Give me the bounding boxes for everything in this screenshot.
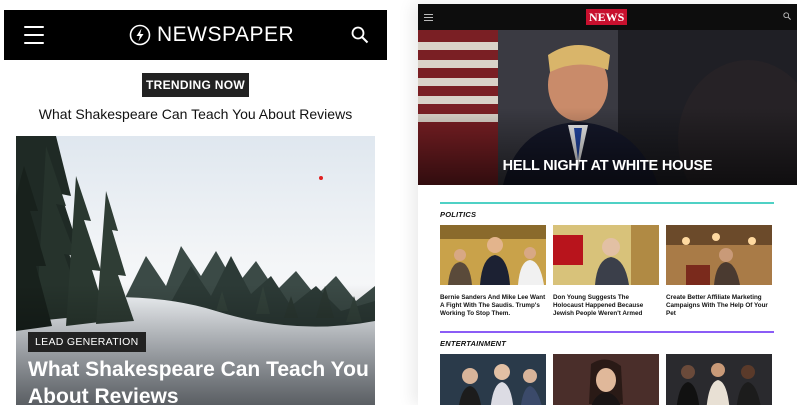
entertainment-accent-line (440, 331, 774, 333)
article-thumbnail (553, 354, 659, 405)
news-app-mockup: NEWS HELL NIGHT AT WHITE HOUSE POLITICS … (418, 4, 797, 405)
trending-now-badge: TRENDING NOW (142, 73, 249, 97)
entertainment-section: ENTERTAINMENT (440, 331, 774, 348)
article-card[interactable] (553, 354, 659, 405)
article-title[interactable]: Bernie Sanders And Mike Lee Want A Fight… (440, 294, 546, 318)
logo-text: NEWSPAPER (157, 23, 295, 46)
article-card[interactable]: Create Better Affiliate Marketing Campai… (666, 225, 772, 318)
politics-accent-line (440, 202, 774, 204)
site-logo[interactable]: NEWSPAPER (129, 23, 294, 47)
search-icon[interactable] (351, 26, 369, 44)
article-card[interactable] (440, 354, 546, 405)
article-card[interactable] (666, 354, 772, 405)
hero-article-card[interactable]: LEAD GENERATION What Shakespeare Can Tea… (16, 136, 375, 405)
article-title[interactable]: Don Young Suggests The Holocaust Happene… (553, 294, 659, 318)
screenshot-stage: NEWSPAPER TRENDING NOW What Shakespeare … (0, 0, 797, 405)
article-thumbnail (666, 354, 772, 405)
section-label-politics[interactable]: POLITICS (440, 210, 774, 219)
newspaper-app-mockup: NEWSPAPER TRENDING NOW What Shakespeare … (4, 10, 387, 405)
trending-headline-link[interactable]: What Shakespeare Can Teach You About Rev… (4, 106, 387, 122)
lightning-bolt-icon (129, 24, 151, 46)
category-tag[interactable]: LEAD GENERATION (28, 332, 146, 352)
section-label-entertainment[interactable]: ENTERTAINMENT (440, 339, 774, 348)
article-card[interactable]: Bernie Sanders And Mike Lee Want A Fight… (440, 225, 546, 318)
article-title[interactable]: Create Better Affiliate Marketing Campai… (666, 294, 772, 318)
hamburger-menu-icon[interactable] (24, 26, 44, 44)
news-logo[interactable]: NEWS (586, 9, 628, 25)
article-thumbnail (553, 225, 659, 285)
article-thumbnail (440, 225, 546, 285)
search-icon[interactable] (783, 12, 791, 20)
politics-section: POLITICS (440, 202, 774, 219)
article-thumbnail (440, 354, 546, 405)
hero-article-title[interactable]: What Shakespeare Can Teach You About Rev… (28, 356, 373, 405)
featured-story-card[interactable]: HELL NIGHT AT WHITE HOUSE (418, 30, 797, 185)
article-card[interactable]: Don Young Suggests The Holocaust Happene… (553, 225, 659, 318)
article-thumbnail (666, 225, 772, 285)
hamburger-menu-icon[interactable] (424, 14, 433, 21)
top-bar: NEWSPAPER (4, 10, 387, 60)
featured-story-title[interactable]: HELL NIGHT AT WHITE HOUSE (418, 158, 797, 174)
news-top-bar: NEWS (418, 4, 797, 30)
